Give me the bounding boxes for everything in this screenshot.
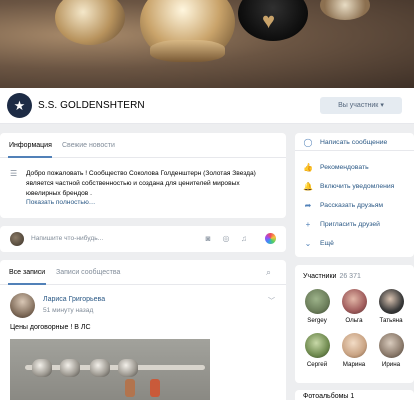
recommend-label: Рекомендовать bbox=[320, 164, 369, 171]
group-logo[interactable]: ★ bbox=[7, 93, 32, 118]
tab-fresh-news[interactable]: Свежие новости bbox=[62, 142, 115, 149]
avatar bbox=[341, 333, 367, 358]
text-lines-icon: ☰ bbox=[10, 169, 18, 178]
member-status-label: Вы участник bbox=[338, 102, 379, 109]
share-label: Рассказать друзьям bbox=[320, 202, 384, 209]
music-icon[interactable]: ♫ bbox=[239, 234, 249, 244]
actions-card: ◯ Написать сообщение 👍 Рекомендовать 🔔 В… bbox=[295, 133, 414, 257]
tab-all-posts[interactable]: Все записи bbox=[9, 269, 45, 276]
bracelet-bead bbox=[90, 359, 110, 377]
member-name: Сергей bbox=[306, 361, 328, 368]
members-header[interactable]: Участники 26 371 bbox=[303, 273, 361, 280]
share-button[interactable]: ➦ Рассказать друзьям bbox=[295, 199, 414, 214]
group-description: Добро пожаловать ! Сообщество Соколова Г… bbox=[26, 170, 256, 197]
compose-input[interactable]: Напишите что-нибудь... bbox=[31, 235, 103, 242]
tab-information[interactable]: Информация bbox=[9, 142, 52, 149]
bracelet-bead bbox=[118, 359, 138, 377]
member-item[interactable]: Sergey bbox=[299, 289, 335, 324]
member-item[interactable]: Сергей bbox=[299, 333, 335, 368]
write-message-button[interactable]: ◯ Написать сообщение bbox=[295, 136, 414, 151]
wall-tabs: Все записи Записи сообщества ⌕ bbox=[0, 260, 286, 285]
bracelet-rod bbox=[25, 365, 205, 370]
chevron-down-icon[interactable]: ﹀ bbox=[268, 296, 275, 306]
message-icon: ◯ bbox=[303, 138, 313, 147]
bracelet-charm bbox=[150, 379, 160, 397]
avatar bbox=[304, 289, 330, 314]
group-name: S.S. GOLDENSHTERN bbox=[38, 100, 145, 111]
chevron-down-icon: ⌄ bbox=[304, 239, 312, 248]
more-label: Ещё bbox=[320, 240, 334, 247]
chevron-down-icon: ▾ bbox=[380, 102, 384, 109]
post-author-name[interactable]: Лариса Григорьева bbox=[43, 296, 105, 303]
search-icon[interactable]: ⌕ bbox=[266, 267, 271, 278]
bracelet-charm bbox=[125, 379, 135, 397]
photo-albums-card: Фотоальбомы 1 bbox=[295, 390, 414, 400]
heart-icon: ♥ bbox=[262, 8, 276, 33]
member-name: Ольга bbox=[345, 317, 363, 324]
member-item[interactable]: Марина bbox=[336, 333, 372, 368]
post-timestamp[interactable]: 51 минуту назад bbox=[43, 307, 93, 314]
info-card: Информация Свежие новости ☰ Добро пожало… bbox=[0, 133, 286, 218]
show-more-link[interactable]: Показать полностью… bbox=[26, 199, 95, 206]
cover-image: ♥ bbox=[0, 0, 414, 88]
member-item[interactable]: Ольга bbox=[336, 289, 372, 324]
member-name: Татьяна bbox=[379, 317, 403, 324]
avatar bbox=[378, 289, 404, 314]
add-user-icon: + bbox=[305, 220, 311, 229]
invite-friends-label: Пригласить друзей bbox=[320, 221, 380, 228]
bracelet-bead bbox=[32, 359, 52, 377]
tab-community-posts[interactable]: Записи сообщества bbox=[56, 269, 120, 276]
cover-jewel-bead-right bbox=[320, 0, 370, 20]
bell-icon: 🔔 bbox=[303, 182, 313, 191]
member-status-button[interactable]: Вы участник ▾ bbox=[320, 97, 402, 114]
share-icon: ➦ bbox=[304, 201, 312, 210]
camera-icon[interactable]: ◙ bbox=[203, 234, 213, 244]
active-tab-indicator bbox=[8, 156, 52, 158]
member-name: Марина bbox=[342, 361, 366, 368]
divider bbox=[295, 150, 414, 151]
members-card: Участники 26 371 Sergey Ольга Татьяна Сер… bbox=[295, 265, 414, 383]
group-header: ★ S.S. GOLDENSHTERN Вы участник ▾ bbox=[0, 88, 414, 124]
write-message-label: Написать сообщение bbox=[320, 139, 388, 146]
notifications-button[interactable]: 🔔 Включить уведомления bbox=[295, 180, 414, 195]
story-icon[interactable] bbox=[265, 233, 276, 244]
members-title: Участники bbox=[303, 273, 337, 280]
notifications-label: Включить уведомления bbox=[320, 183, 395, 190]
recommend-button[interactable]: 👍 Рекомендовать bbox=[295, 161, 414, 176]
avatar bbox=[341, 289, 367, 314]
active-tab-indicator bbox=[8, 283, 46, 285]
post-author-avatar[interactable] bbox=[10, 293, 35, 318]
member-item[interactable]: Ирина bbox=[373, 333, 409, 368]
cover-jewel-bead bbox=[55, 0, 125, 45]
avatar bbox=[10, 232, 24, 246]
cover-jewel-crown-base bbox=[150, 40, 225, 62]
member-name: Ирина bbox=[381, 361, 401, 368]
member-item[interactable]: Татьяна bbox=[373, 289, 409, 324]
members-count: 26 371 bbox=[339, 273, 361, 280]
more-button[interactable]: ⌄ Ещё bbox=[295, 237, 414, 252]
avatar bbox=[378, 333, 404, 358]
wall-card: Все записи Записи сообщества ⌕ Лариса Гр… bbox=[0, 260, 286, 400]
bracelet-bead bbox=[60, 359, 80, 377]
post-text: Цены договорные ! В ЛС bbox=[10, 324, 91, 331]
compose-box: Напишите что-нибудь... ◙ ◎ ♫ bbox=[0, 226, 286, 252]
thumbs-up-icon: 👍 bbox=[303, 163, 313, 172]
member-name: Sergey bbox=[307, 317, 327, 324]
invite-friends-button[interactable]: + Пригласить друзей bbox=[295, 218, 414, 233]
info-tabs: Информация Свежие новости bbox=[0, 133, 286, 158]
photo-albums-title[interactable]: Фотоальбомы 1 bbox=[303, 393, 354, 400]
video-icon[interactable]: ◎ bbox=[221, 234, 231, 244]
avatar bbox=[304, 333, 330, 358]
post-image[interactable] bbox=[10, 339, 210, 400]
